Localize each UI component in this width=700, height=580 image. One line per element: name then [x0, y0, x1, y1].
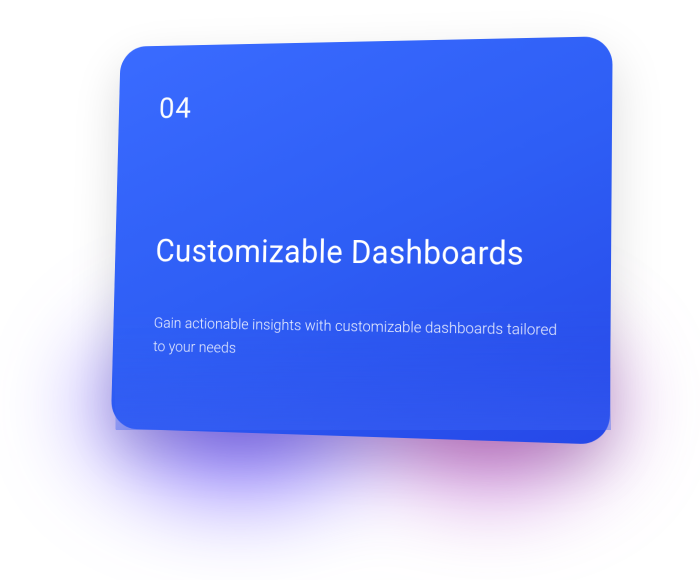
- card-number: 04: [159, 86, 567, 126]
- card-scene: 04 Customizable Dashboards Gain actionab…: [100, 40, 610, 435]
- card-description: Gain actionable insights with customizab…: [153, 312, 565, 367]
- feature-card: 04 Customizable Dashboards Gain actionab…: [111, 36, 613, 445]
- card-title: Customizable Dashboards: [155, 232, 566, 274]
